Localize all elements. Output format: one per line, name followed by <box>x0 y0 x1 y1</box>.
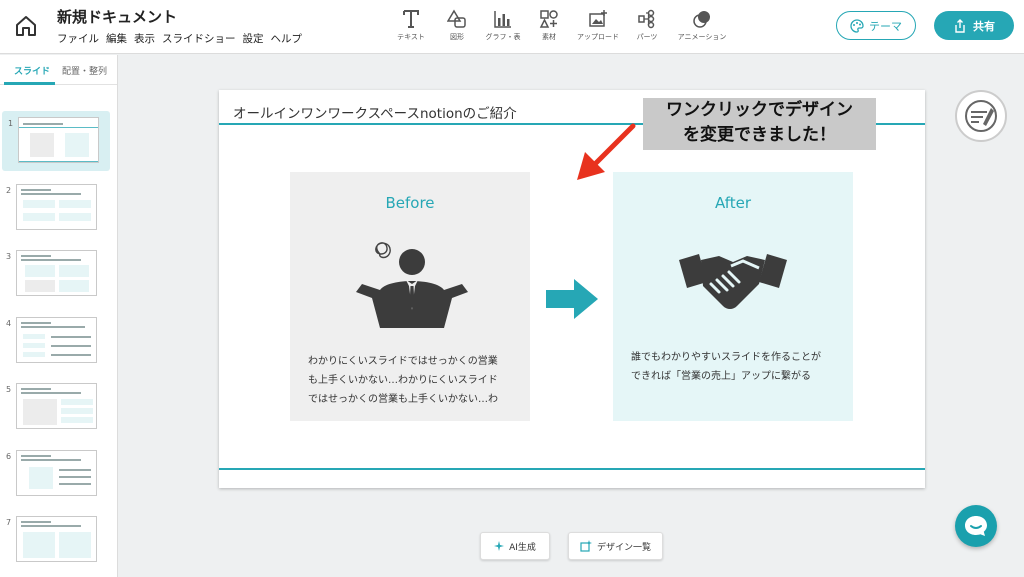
thumbnail-preview <box>16 516 97 562</box>
ai-generate-button[interactable]: AI生成 <box>480 532 550 560</box>
menu-edit[interactable]: 編集 <box>106 31 127 46</box>
menu-settings[interactable]: 設定 <box>243 31 264 46</box>
thumbnail-preview <box>16 317 97 363</box>
annotation-callout: ワンクリックでデザイン を変更できました！ <box>643 98 876 150</box>
after-panel[interactable]: After 誰でもわかりやすいスライドを作ることが できれば「営業の売上」アップ… <box>613 172 853 421</box>
tool-text[interactable]: テキスト <box>390 8 432 42</box>
handshake-icon <box>679 254 787 309</box>
assistant-badge[interactable] <box>955 90 1007 142</box>
slide-thumbnail-2[interactable]: 2 <box>0 178 118 238</box>
tool-parts[interactable]: パーツ <box>626 8 668 42</box>
annotation-arrow-icon <box>577 123 636 180</box>
menu-file[interactable]: ファイル <box>57 31 99 46</box>
slide-thumbnail-7[interactable]: 7 <box>0 510 118 570</box>
design-icon <box>580 540 592 552</box>
tool-material[interactable]: 素材 <box>528 8 570 42</box>
chart-icon <box>494 11 511 28</box>
sparkle-icon <box>494 541 505 551</box>
menu-slideshow[interactable]: スライドショー <box>162 31 236 46</box>
thumbnail-preview <box>16 184 97 230</box>
design-list-label: デザイン一覧 <box>596 542 651 553</box>
slide-title[interactable]: オールインワンワークスペースnotionのご紹介 <box>233 102 517 122</box>
feedback-icon <box>965 100 997 132</box>
upload-icon <box>589 10 607 27</box>
after-text: 誰でもわかりやすいスライドを作ることが できれば「営業の売上」アップに繋がる <box>631 352 821 382</box>
ai-generate-label: AI生成 <box>509 542 536 553</box>
text-icon <box>403 10 419 28</box>
slide-thumbnail-6[interactable]: 6 <box>0 444 118 504</box>
insert-toolbar: テキスト 図形 グラフ・表 素材 アップロード パーツ アニメーション <box>390 8 736 42</box>
tab-arrange[interactable]: 配置・整列 <box>62 64 107 77</box>
active-tab-indicator <box>4 82 55 85</box>
shape-icon <box>447 9 466 28</box>
sidebar-tabs: スライド 配置・整列 <box>0 55 117 85</box>
chat-icon <box>965 516 987 536</box>
slide-thumbnail-5[interactable]: 5 <box>0 377 118 437</box>
tool-shape[interactable]: 図形 <box>436 8 478 42</box>
after-heading: After <box>714 194 752 212</box>
share-label: 共有 <box>973 19 995 33</box>
document-title[interactable]: 新規ドキュメント <box>57 6 177 27</box>
before-heading: Before <box>385 194 435 212</box>
thumbnail-preview <box>16 383 97 429</box>
design-list-button[interactable]: デザイン一覧 <box>568 532 663 560</box>
parts-icon <box>638 9 655 29</box>
animation-icon <box>693 11 710 28</box>
tool-chart[interactable]: グラフ・表 <box>482 8 524 42</box>
slide-thumbnail-1[interactable]: 1 <box>2 111 110 171</box>
top-header: 新規ドキュメント ファイル 編集 表示 スライドショー 設定 ヘルプ テキスト … <box>0 0 1024 54</box>
thumbnail-preview <box>16 250 97 296</box>
slide-sidebar: スライド 配置・整列 1 2 3 4 5 6 7 <box>0 55 118 577</box>
slide-thumbnail-4[interactable]: 4 <box>0 311 118 371</box>
menu-view[interactable]: 表示 <box>134 31 155 46</box>
home-button[interactable] <box>10 10 42 42</box>
theme-button[interactable]: テーマ <box>836 11 916 40</box>
home-icon <box>16 16 36 36</box>
arrow-right-icon <box>546 279 598 319</box>
share-icon <box>955 18 965 33</box>
thumbnail-preview <box>18 117 99 163</box>
tool-animation[interactable]: アニメーション <box>672 8 732 42</box>
thumbnail-preview <box>16 450 97 496</box>
palette-icon <box>850 18 864 33</box>
menu-bar: ファイル 編集 表示 スライドショー 設定 ヘルプ <box>57 31 302 46</box>
tool-upload[interactable]: アップロード <box>574 8 622 42</box>
material-icon <box>539 10 558 28</box>
tab-slides[interactable]: スライド <box>14 64 50 77</box>
theme-label: テーマ <box>869 19 902 33</box>
before-panel[interactable]: Before わかりにくいスライドではせっかくの営業 も上手くいかない…わかりに… <box>290 172 530 421</box>
confused-businessman-icon <box>356 242 468 328</box>
menu-help[interactable]: ヘルプ <box>271 31 303 46</box>
before-text: わかりにくいスライドではせっかくの営業 も上手くいかない…わかりにくいスライド … <box>308 356 498 405</box>
slide-thumbnail-3[interactable]: 3 <box>0 244 118 304</box>
share-button[interactable]: 共有 <box>934 11 1014 40</box>
chat-support-button[interactable] <box>955 505 997 547</box>
slide-divider-bottom <box>219 468 925 470</box>
